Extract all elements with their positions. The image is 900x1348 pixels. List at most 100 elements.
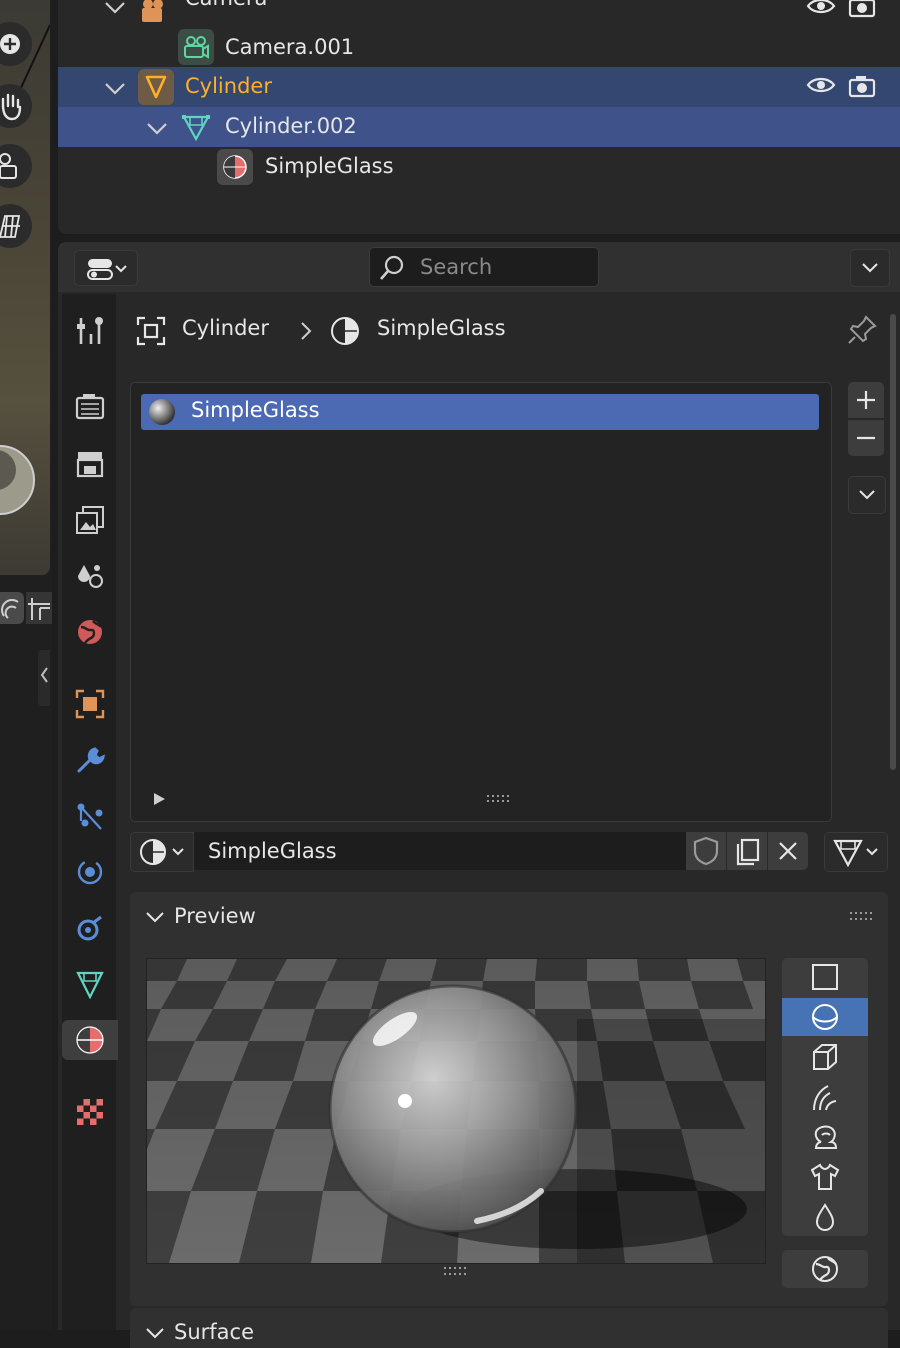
- preview-panel-header[interactable]: Preview: [130, 892, 888, 944]
- tab-output[interactable]: [70, 444, 110, 484]
- material-preview-render: [146, 958, 766, 1264]
- render-icon: [75, 394, 105, 420]
- tab-texture[interactable]: [70, 1092, 110, 1132]
- pin-icon[interactable]: [846, 314, 878, 346]
- output-printer-icon: [76, 452, 104, 478]
- render-camera-icon[interactable]: [848, 73, 876, 99]
- tab-scene[interactable]: [70, 556, 110, 596]
- outliner-row-cylinder[interactable]: Cylinder: [58, 67, 900, 107]
- options-dropdown[interactable]: [850, 249, 890, 287]
- material-slot-list[interactable]: SimpleGlass: [130, 382, 832, 822]
- tab-modifiers[interactable]: [70, 740, 110, 780]
- material-preview-icon: [149, 399, 175, 425]
- breadcrumb: Cylinder SimpleGlass: [130, 310, 830, 350]
- search-field[interactable]: Search: [369, 247, 599, 287]
- preview-cube-button[interactable]: [782, 1038, 868, 1076]
- render-camera-icon[interactable]: [848, 0, 876, 18]
- preview-world-button[interactable]: [782, 1250, 868, 1288]
- camera-object-icon: [138, 0, 170, 26]
- expand-filter-icon[interactable]: [151, 791, 167, 807]
- mesh-data-icon: [833, 839, 878, 868]
- panel-title: Preview: [174, 904, 256, 928]
- preview-panel: Preview: [130, 892, 888, 1306]
- preview-sphere-button[interactable]: [782, 998, 868, 1036]
- particles-icon: [77, 803, 103, 830]
- tab-view-layer[interactable]: [70, 500, 110, 540]
- preview-flat-button[interactable]: [782, 958, 868, 996]
- sidebar-collapse-toggle[interactable]: [38, 650, 50, 706]
- material-properties: Cylinder SimpleGlass SimpleGlass SimpleG…: [120, 294, 900, 1348]
- properties-tabs: [62, 294, 118, 1330]
- preview-cloth-button[interactable]: [782, 1158, 868, 1196]
- slot-specials-dropdown[interactable]: [848, 476, 886, 514]
- unlink-material-button[interactable]: [768, 832, 808, 870]
- gizmo-toggle[interactable]: [26, 592, 52, 624]
- tab-physics[interactable]: [70, 852, 110, 892]
- chevron-right-icon: [301, 322, 312, 340]
- visibility-eye-icon[interactable]: [806, 0, 836, 20]
- outliner-row-mesh-data[interactable]: Cylinder.002: [58, 107, 900, 147]
- camera-data-icon: [178, 29, 214, 65]
- tab-particles[interactable]: [70, 796, 110, 836]
- material-icon: [217, 149, 253, 185]
- browse-material-dropdown[interactable]: [130, 832, 194, 872]
- physics-icon: [77, 859, 103, 885]
- preview-fluid-button[interactable]: [782, 1198, 868, 1236]
- outliner-row-camera[interactable]: Camera: [58, 0, 900, 26]
- resize-grip-icon[interactable]: [444, 1266, 468, 1278]
- preview-hair-button[interactable]: [782, 1078, 868, 1116]
- scene-icon: [78, 565, 103, 588]
- chevron-down-icon: [146, 912, 164, 923]
- resize-grip-icon[interactable]: [487, 793, 511, 805]
- drag-handle-icon[interactable]: [850, 911, 874, 923]
- material-name-field[interactable]: SimpleGlass: [194, 832, 686, 870]
- fake-user-button[interactable]: [686, 832, 726, 870]
- remove-slot-button[interactable]: [848, 420, 884, 456]
- tab-data[interactable]: [70, 964, 110, 1004]
- chevron-down-icon[interactable]: [104, 0, 126, 14]
- search-icon: [380, 255, 404, 280]
- tab-constraints[interactable]: [70, 908, 110, 948]
- surface-panel[interactable]: Surface: [130, 1308, 888, 1348]
- list-item[interactable]: SimpleGlass: [141, 394, 819, 430]
- sphere-icon: [812, 1004, 838, 1030]
- properties-editor: Search Cylinder SimpleGlass SimpleGlass …: [58, 242, 900, 1348]
- hair-strands-icon: [813, 1085, 837, 1111]
- chevron-down-icon[interactable]: [104, 81, 126, 95]
- cube-icon: [813, 1044, 837, 1070]
- chevron-down-icon: [146, 1328, 164, 1339]
- 3d-viewport-edge[interactable]: [0, 0, 52, 1330]
- tab-world[interactable]: [70, 612, 110, 652]
- preview-monkey-button[interactable]: [782, 1118, 868, 1156]
- panel-title: Surface: [174, 1320, 255, 1344]
- outliner-row-material[interactable]: SimpleGlass: [58, 147, 900, 187]
- material-name: SimpleGlass: [208, 839, 337, 863]
- add-slot-button[interactable]: [848, 382, 884, 418]
- breadcrumb-object: Cylinder: [182, 316, 269, 340]
- chevron-down-icon: [859, 490, 875, 500]
- editor-type-dropdown[interactable]: [74, 250, 138, 286]
- wrench-icon: [77, 747, 105, 773]
- mesh-object-icon: [138, 69, 174, 105]
- tab-material[interactable]: [62, 1020, 118, 1060]
- duplicate-material-button[interactable]: [727, 832, 767, 870]
- chevron-down-icon[interactable]: [146, 121, 168, 135]
- close-icon: [779, 842, 797, 860]
- mesh-data-icon: [180, 111, 212, 143]
- preview-type-selector: [782, 958, 868, 1236]
- tab-render[interactable]: [70, 386, 110, 426]
- outliner-label: Camera: [185, 0, 267, 10]
- properties-header: Search: [58, 242, 900, 292]
- tab-tool[interactable]: [70, 310, 110, 350]
- overlay-toggle[interactable]: [0, 592, 24, 624]
- world-icon: [812, 1256, 838, 1282]
- scrollbar[interactable]: [890, 314, 896, 770]
- link-data-dropdown[interactable]: [824, 832, 888, 872]
- plus-icon: [857, 391, 875, 409]
- outliner-row-camera-data[interactable]: Camera.001: [58, 28, 900, 68]
- tab-object[interactable]: [70, 684, 110, 724]
- outliner-label: SimpleGlass: [265, 154, 394, 178]
- outliner-panel: Camera Camera.001 Cylinder Cylinder.002 …: [58, 0, 900, 234]
- slot-name: SimpleGlass: [191, 398, 320, 422]
- visibility-eye-icon[interactable]: [806, 75, 836, 99]
